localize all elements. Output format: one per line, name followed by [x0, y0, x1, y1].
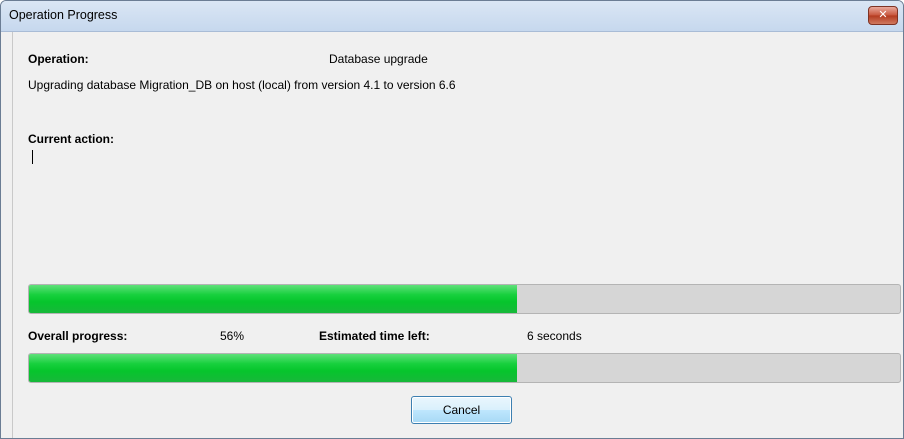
overall-progress-bar — [28, 353, 901, 383]
close-icon: ✕ — [878, 8, 888, 21]
step-progress-bar — [28, 284, 901, 314]
overall-progress-label: Overall progress: — [28, 329, 128, 343]
text-caret — [32, 150, 33, 164]
window-title: Operation Progress — [9, 8, 118, 22]
close-button[interactable]: ✕ — [868, 6, 898, 25]
cancel-button[interactable]: Cancel — [411, 396, 512, 424]
title-bar[interactable]: Operation Progress ✕ — [1, 1, 903, 32]
time-left-value: 6 seconds — [527, 329, 582, 343]
time-left-label: Estimated time left: — [319, 329, 430, 343]
current-action-label: Current action: — [28, 132, 115, 146]
operation-value: Database upgrade — [329, 52, 428, 66]
operation-progress-dialog: Operation Progress ✕ Operation: Database… — [0, 0, 904, 439]
overall-progress-value: 56% — [220, 329, 245, 343]
dialog-content: Operation: Database upgrade Upgrading da… — [12, 32, 903, 438]
overall-progress-fill — [29, 354, 517, 382]
step-progress-fill — [29, 285, 517, 313]
operation-description: Upgrading database Migration_DB on host … — [28, 78, 456, 92]
operation-label: Operation: — [28, 52, 89, 66]
